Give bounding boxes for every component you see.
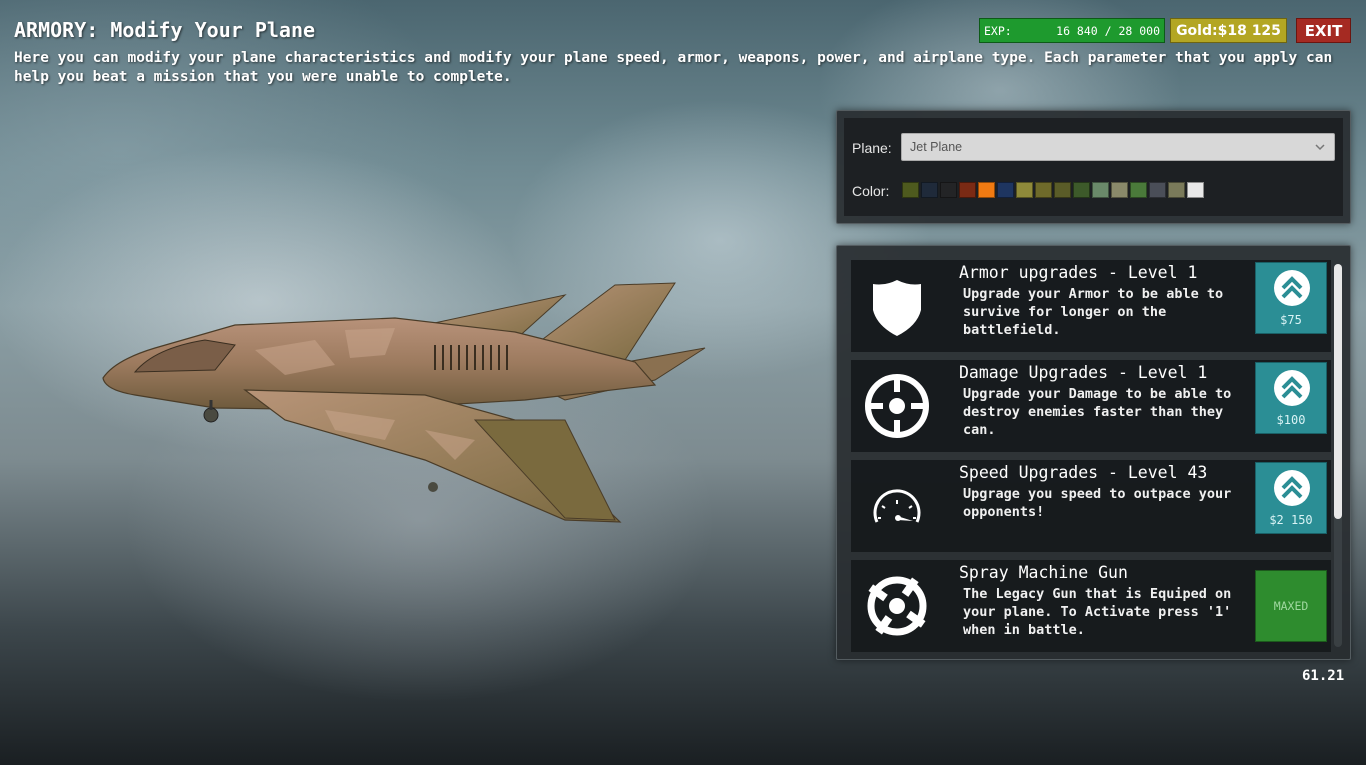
- color-swatch[interactable]: [959, 182, 976, 198]
- plane-select[interactable]: Jet Plane: [901, 133, 1335, 161]
- fps-counter: 61.21: [1302, 668, 1345, 684]
- exp-value: 16 840 / 28 000: [1056, 23, 1160, 38]
- upgrade-card-speed: Speed Upgrades - Level 43 Upgrage you sp…: [851, 460, 1331, 552]
- upgrade-armor-button[interactable]: $75: [1255, 262, 1327, 334]
- upgrade-price: $2 150: [1269, 513, 1313, 527]
- gun-target-icon: [867, 576, 927, 636]
- chevron-down-icon: [1315, 144, 1325, 151]
- upgrade-description: Upgrade your Armor to be able to survive…: [963, 286, 1224, 338]
- jet-plane-model: [102, 282, 706, 523]
- color-swatch[interactable]: [1111, 182, 1128, 198]
- upgrade-title: Armor upgrades - Level 1: [959, 263, 1198, 282]
- gold-label: Gold:: [1176, 22, 1218, 39]
- double-chevron-up-icon: [1274, 270, 1310, 306]
- crosshair-icon: [865, 374, 929, 438]
- upgrade-speed-button[interactable]: $2 150: [1255, 462, 1327, 534]
- upgrade-title: Speed Upgrades - Level 43: [959, 463, 1208, 482]
- speedometer-icon: [873, 489, 921, 523]
- color-swatch[interactable]: [902, 182, 919, 198]
- upgrade-card-damage: Damage Upgrades - Level 1 Upgrade your D…: [851, 360, 1331, 452]
- double-chevron-up-icon: [1274, 470, 1310, 506]
- upgrade-description: Upgrage you speed to outpace your oppone…: [963, 486, 1232, 520]
- color-swatches: [902, 182, 1204, 198]
- color-swatch[interactable]: [1149, 182, 1166, 198]
- color-swatch[interactable]: [997, 182, 1014, 198]
- upgrade-card-armor: Armor upgrades - Level 1 Upgrade your Ar…: [851, 260, 1331, 352]
- color-label: Color:: [852, 183, 890, 199]
- exit-button[interactable]: EXIT: [1296, 18, 1351, 43]
- scrollbar-thumb[interactable]: [1334, 264, 1342, 519]
- plane-config-panel: Plane: Jet Plane Color:: [836, 110, 1351, 224]
- gold-display: Gold: $18 125: [1170, 18, 1287, 43]
- color-swatch[interactable]: [1035, 182, 1052, 198]
- upgrade-price: $100: [1276, 413, 1306, 427]
- page-title: ARMORY: Modify Your Plane: [14, 18, 316, 42]
- color-swatch[interactable]: [1054, 182, 1071, 198]
- color-swatch[interactable]: [921, 182, 938, 198]
- upgrade-description: Upgrade your Damage to be able to destro…: [963, 386, 1232, 438]
- upgrade-damage-button[interactable]: $100: [1255, 362, 1327, 434]
- color-swatch[interactable]: [1168, 182, 1185, 198]
- color-swatch[interactable]: [1130, 182, 1147, 198]
- color-swatch[interactable]: [1016, 182, 1033, 198]
- color-swatch[interactable]: [940, 182, 957, 198]
- shield-icon: [873, 280, 921, 336]
- exp-label: EXP:: [984, 23, 1012, 38]
- double-chevron-up-icon: [1274, 370, 1310, 406]
- upgrades-list: Armor upgrades - Level 1 Upgrade your Ar…: [851, 260, 1331, 659]
- upgrades-panel: Armor upgrades - Level 1 Upgrade your Ar…: [836, 245, 1351, 660]
- color-swatch[interactable]: [1092, 182, 1109, 198]
- upgrade-title: Spray Machine Gun: [959, 563, 1128, 582]
- color-swatch[interactable]: [1187, 182, 1204, 198]
- plane-select-value: Jet Plane: [910, 140, 963, 154]
- color-swatch[interactable]: [978, 182, 995, 198]
- upgrade-title: Damage Upgrades - Level 1: [959, 363, 1208, 382]
- upgrade-description: The Legacy Gun that is Equiped on your p…: [963, 586, 1232, 638]
- plane-label: Plane:: [852, 140, 892, 156]
- exp-bar: EXP: 16 840 / 28 000: [979, 18, 1165, 43]
- page-description: Here you can modify your plane character…: [14, 50, 1333, 85]
- upgrade-card-machine-gun: Spray Machine Gun The Legacy Gun that is…: [851, 560, 1331, 652]
- maxed-badge: MAXED: [1255, 570, 1327, 642]
- gold-value: $18 125: [1217, 22, 1281, 39]
- color-swatch[interactable]: [1073, 182, 1090, 198]
- upgrades-scrollbar[interactable]: [1334, 264, 1342, 647]
- upgrade-price: $75: [1280, 313, 1302, 327]
